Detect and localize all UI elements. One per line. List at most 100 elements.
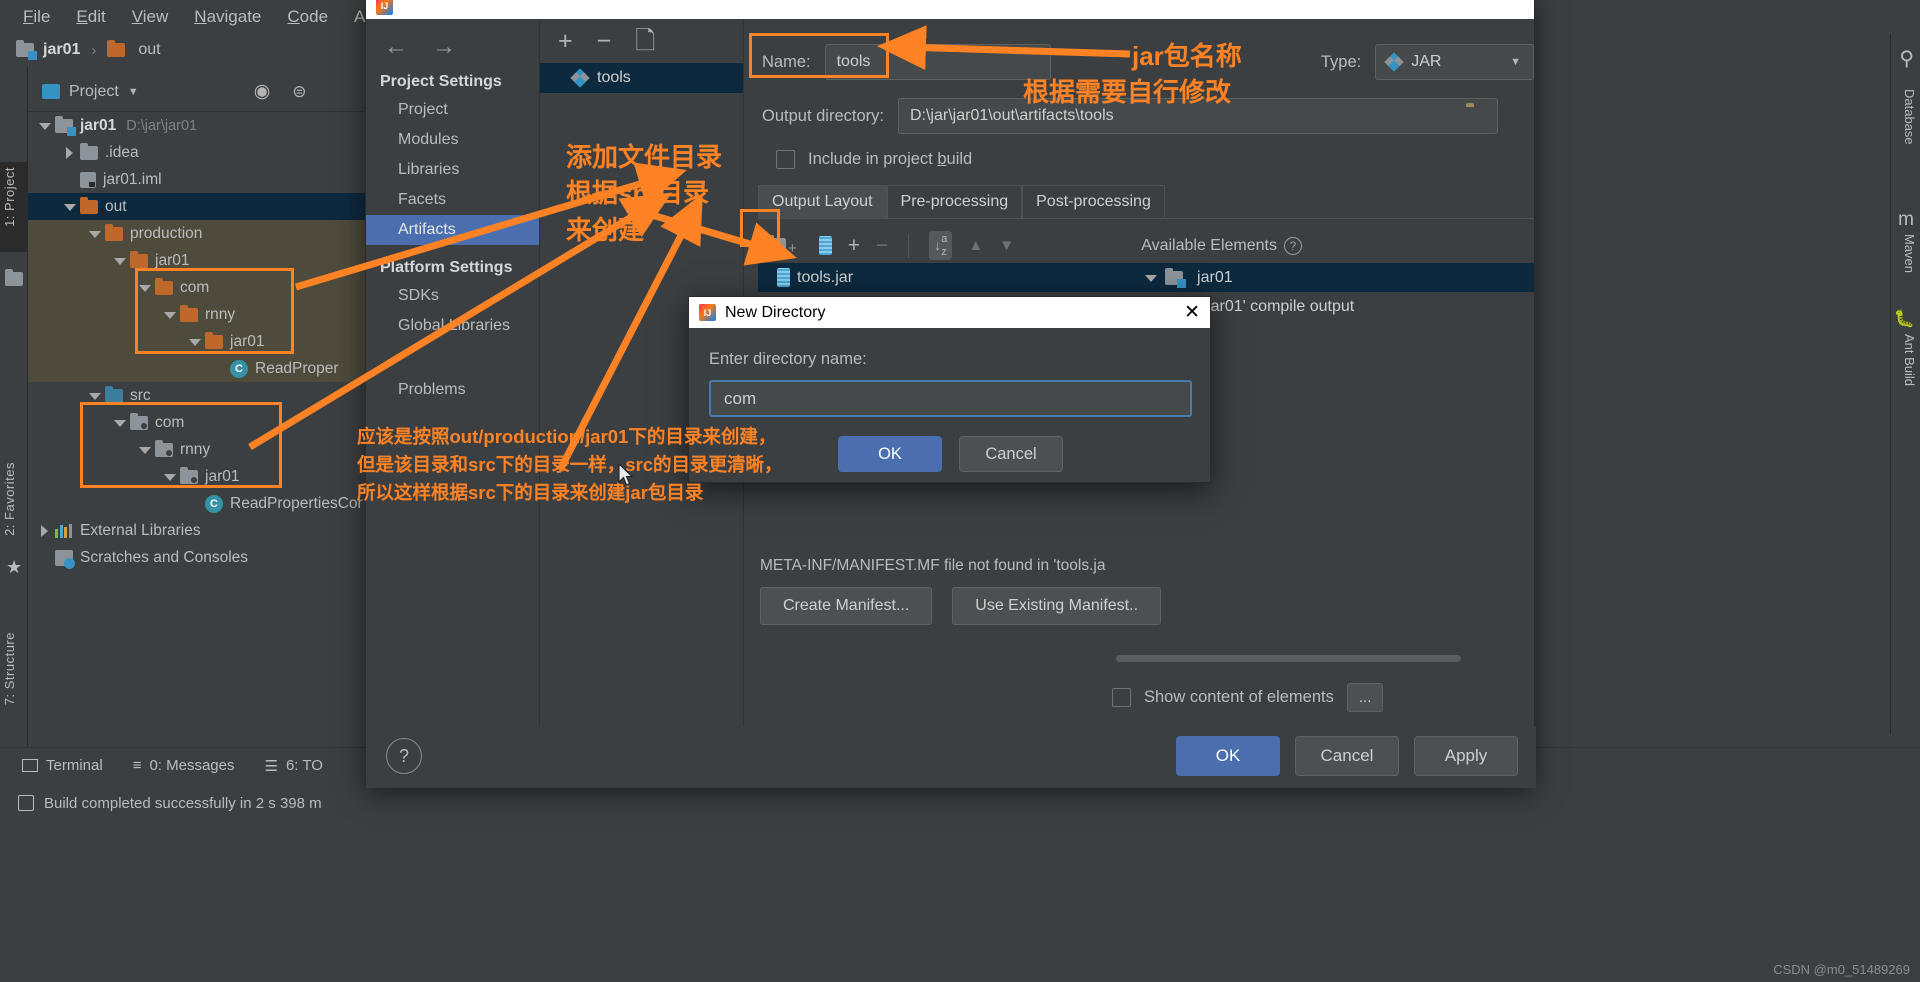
tree-row[interactable]: C ReadPropertiesCor [28, 490, 365, 517]
collapse-all-icon[interactable]: ⊜ [292, 82, 306, 102]
tree-row[interactable]: com [28, 274, 365, 301]
project-panel-title[interactable]: Project [69, 83, 119, 101]
settings-cancel-button[interactable]: Cancel [1295, 736, 1399, 776]
use-existing-manifest-button[interactable]: Use Existing Manifest.. [952, 587, 1162, 625]
tool-tab-project[interactable]: 1: Project [2, 167, 26, 227]
collapse-arrow-icon[interactable] [38, 524, 52, 538]
chevron-down-icon[interactable]: ▼ [128, 86, 139, 98]
bottom-tab-todo[interactable]: ☰ 6: TO [265, 757, 323, 775]
expand-arrow-icon[interactable] [38, 119, 52, 133]
new-directory-icon[interactable]: + [760, 232, 803, 259]
tree-row[interactable]: rnny [28, 301, 365, 328]
show-content-checkbox[interactable] [1112, 688, 1131, 707]
available-tree-row-jar01[interactable]: jar01 [1144, 263, 1534, 292]
artifact-type-select[interactable]: JAR ▼ [1375, 44, 1534, 80]
expand-arrow-icon[interactable] [113, 254, 127, 268]
project-tree[interactable]: jar01 D:\jar\jar01 .idea jar01.iml out produc… [28, 112, 365, 747]
menu-item-view[interactable]: View [119, 3, 182, 31]
output-tree-row-tools-jar[interactable]: tools.jar [758, 263, 1145, 292]
expand-arrow-icon[interactable] [188, 335, 202, 349]
add-element-icon[interactable]: + [848, 235, 860, 256]
move-down-icon[interactable]: ▼ [999, 238, 1014, 253]
nav-item-global-libraries[interactable]: Global Libraries [366, 311, 539, 341]
tree-row[interactable]: jar01 [28, 328, 365, 355]
tree-row[interactable]: C ReadProper [28, 355, 365, 382]
expand-arrow-icon[interactable] [163, 308, 177, 322]
breadcrumb-folder[interactable]: out [138, 41, 160, 59]
tree-row[interactable]: out [28, 193, 365, 220]
tree-row[interactable]: jar01.iml [28, 166, 365, 193]
nav-item-project[interactable]: Project [366, 95, 539, 125]
nav-item-modules[interactable]: Modules [366, 125, 539, 155]
settings-apply-button[interactable]: Apply [1414, 736, 1518, 776]
expand-arrow-icon[interactable] [163, 470, 177, 484]
nav-item-problems[interactable]: Problems [366, 341, 539, 405]
sort-az-icon[interactable]: ↓ a z [929, 231, 953, 260]
tree-row[interactable]: com [28, 409, 365, 436]
expand-arrow-icon[interactable] [88, 227, 102, 241]
tool-tab-maven[interactable]: Maven [1893, 234, 1917, 273]
tree-row[interactable]: jar01 D:\jar\jar01 [28, 112, 365, 139]
locate-icon[interactable]: ◉ [254, 80, 271, 103]
nav-back-icon[interactable]: ← [384, 35, 408, 59]
new-directory-input[interactable]: com [709, 380, 1192, 417]
artifact-item-tools[interactable]: tools [540, 63, 743, 93]
help-icon[interactable]: ? [1284, 236, 1302, 255]
remove-element-icon[interactable]: − [876, 235, 888, 256]
new-directory-ok-button[interactable]: OK [838, 436, 942, 472]
search-icon[interactable]: ⚲ [1899, 46, 1914, 71]
tab-post-processing[interactable]: Post-processing [1022, 185, 1165, 218]
help-button[interactable]: ? [386, 738, 422, 774]
expand-arrow-icon[interactable] [138, 281, 152, 295]
nav-item-libraries[interactable]: Libraries [366, 155, 539, 185]
show-content-row[interactable]: Show content of elements ... [1112, 683, 1384, 712]
artifact-name-input[interactable]: tools [824, 44, 1051, 80]
menu-item-file[interactable]: FFileile [10, 3, 63, 31]
bottom-tab-messages[interactable]: ≡ 0: Messages [133, 757, 235, 774]
collapse-arrow-icon[interactable] [63, 146, 77, 160]
tree-row[interactable]: production [28, 220, 365, 247]
tool-tab-database[interactable]: Database [1893, 89, 1917, 145]
tab-pre-processing[interactable]: Pre-processing [886, 185, 1023, 218]
expand-arrow-icon[interactable] [138, 443, 152, 457]
nav-item-facets[interactable]: Facets [366, 185, 539, 215]
tool-tab-favorites[interactable]: 2: Favorites [2, 462, 26, 536]
expand-arrow-icon[interactable] [88, 389, 102, 403]
breadcrumb-project[interactable]: jar01 [43, 41, 80, 59]
tree-row[interactable]: jar01 [28, 463, 365, 490]
menu-item-navigate[interactable]: Navigate [181, 3, 274, 31]
horizontal-scrollbar[interactable] [1116, 655, 1461, 662]
nav-forward-icon[interactable]: → [432, 35, 456, 59]
settings-ok-button[interactable]: OK [1176, 736, 1280, 776]
tree-row[interactable]: External Libraries [28, 517, 365, 544]
menu-item-code[interactable]: Code [274, 3, 341, 31]
remove-artifact-icon[interactable]: − [597, 28, 612, 54]
browse-folder-icon[interactable] [1466, 106, 1487, 122]
show-content-label: Show content of elements [1144, 688, 1334, 706]
expand-arrow-icon[interactable] [113, 416, 127, 430]
expand-arrow-icon[interactable] [63, 200, 77, 214]
create-manifest-button[interactable]: Create Manifest... [760, 587, 933, 625]
include-in-build-checkbox[interactable] [776, 150, 795, 169]
output-directory-input[interactable]: D:\jar\jar01\out\artifacts\tools [897, 98, 1498, 134]
new-archive-icon[interactable] [818, 236, 832, 255]
add-artifact-icon[interactable]: + [558, 28, 573, 54]
move-up-icon[interactable]: ▲ [968, 238, 983, 253]
nav-item-artifacts[interactable]: Artifacts [366, 215, 539, 245]
tree-row[interactable]: src [28, 382, 365, 409]
tree-row[interactable]: Scratches and Consoles [28, 544, 365, 571]
nav-item-sdks[interactable]: SDKs [366, 281, 539, 311]
tree-row[interactable]: rnny [28, 436, 365, 463]
tool-tab-structure[interactable]: 7: Structure [2, 632, 26, 705]
tab-output-layout[interactable]: Output Layout [758, 185, 887, 218]
copy-artifact-icon[interactable]: 🗋 [635, 28, 655, 54]
close-icon[interactable]: ✕ [1184, 303, 1200, 322]
tree-row[interactable]: .idea [28, 139, 365, 166]
bottom-tab-terminal[interactable]: Terminal [22, 757, 103, 774]
tool-tab-ant-build[interactable]: Ant Build [1893, 334, 1917, 386]
more-options-button[interactable]: ... [1346, 683, 1384, 712]
tree-row[interactable]: jar01 [28, 247, 365, 274]
new-directory-cancel-button[interactable]: Cancel [959, 436, 1063, 472]
menu-item-edit[interactable]: Edit [63, 3, 118, 31]
include-in-build-row[interactable]: Include in project build [744, 134, 1534, 169]
